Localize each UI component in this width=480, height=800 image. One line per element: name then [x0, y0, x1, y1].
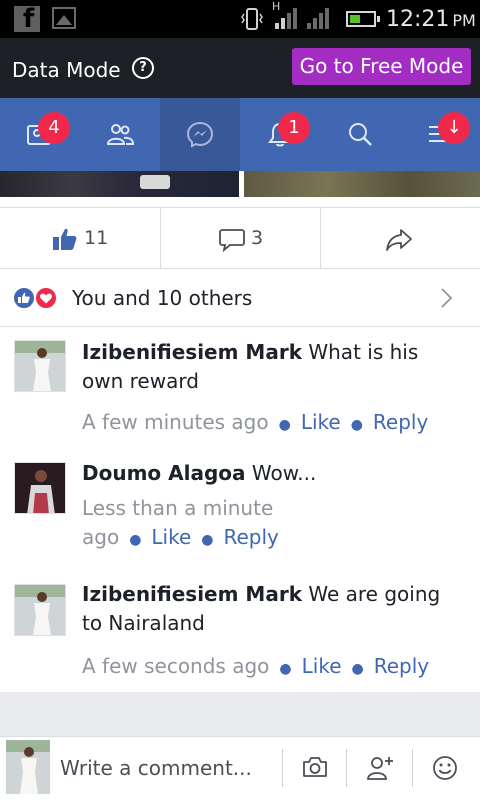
- tab-friend-requests[interactable]: 4: [0, 98, 80, 171]
- share-button[interactable]: [320, 208, 480, 269]
- go-to-free-mode-button[interactable]: Go to Free Mode: [292, 48, 471, 85]
- friends-icon: [106, 124, 134, 145]
- comment-icon: [219, 229, 245, 252]
- messenger-icon: [186, 121, 214, 148]
- comment-author[interactable]: Doumo Alagoa: [82, 461, 246, 485]
- friend-requests-badge: 4: [38, 112, 70, 144]
- tab-friends[interactable]: [80, 98, 160, 171]
- comment-meta: A few minutes ago ● Like ● Reply: [82, 410, 429, 434]
- clock: 12:21 PM: [386, 7, 476, 32]
- comment-reply-link[interactable]: Reply: [373, 410, 428, 434]
- comment-composer: Write a comment...: [0, 736, 480, 800]
- status-bar: f H 12:21 PM: [0, 0, 480, 38]
- camera-icon[interactable]: [302, 755, 328, 779]
- comment-reply-link[interactable]: Reply: [224, 525, 279, 549]
- like-count: 11: [84, 227, 109, 249]
- facebook-notification-icon: f: [14, 4, 40, 34]
- avatar: [6, 740, 50, 794]
- comment-button[interactable]: 3: [160, 208, 320, 269]
- help-icon[interactable]: ?: [132, 57, 154, 79]
- battery-icon: [346, 11, 380, 27]
- comment-timestamp: A few minutes ago: [82, 410, 269, 434]
- post-action-bar: 11 3: [0, 207, 480, 269]
- divider: [412, 749, 413, 787]
- top-navigation: 4 1 ↓: [0, 98, 480, 171]
- comment-text: Izibenifiesiem Mark We are going to Nair…: [82, 582, 441, 635]
- comment-meta: A few seconds ago ● Like ● Reply: [82, 654, 430, 678]
- post-photo-right[interactable]: [244, 171, 480, 197]
- section-divider: [0, 692, 480, 736]
- tab-messenger[interactable]: [160, 98, 240, 171]
- like-reaction-icon: [12, 286, 36, 310]
- menu-update-badge: ↓: [438, 112, 470, 144]
- divider: [282, 749, 283, 787]
- comment-text: Doumo Alagoa Wow...: [82, 461, 317, 485]
- tab-notifications[interactable]: 1: [240, 98, 320, 171]
- comment-count: 3: [251, 227, 264, 249]
- comment-input[interactable]: Write a comment...: [60, 756, 252, 780]
- like-button[interactable]: 11: [0, 208, 160, 269]
- chevron-right-icon[interactable]: [440, 287, 454, 309]
- divider: [346, 749, 347, 787]
- share-icon: [386, 229, 412, 251]
- data-mode-bar: Data Mode ? Go to Free Mode: [0, 38, 480, 98]
- notifications-badge: 1: [278, 112, 310, 144]
- vibrate-icon: [241, 8, 263, 30]
- data-mode-label: Data Mode: [12, 58, 121, 82]
- love-reaction-icon: [34, 286, 58, 310]
- tab-search[interactable]: [320, 98, 400, 171]
- comment-author[interactable]: Izibenifiesiem Mark: [82, 582, 302, 606]
- comment-text: Izibenifiesiem Mark What is his own rewa…: [82, 340, 419, 393]
- add-friend-icon[interactable]: [366, 755, 394, 781]
- comment-timestamp: A few seconds ago: [82, 654, 270, 678]
- avatar[interactable]: [14, 340, 66, 392]
- avatar[interactable]: [14, 462, 66, 514]
- comment-meta: Less than a minute ago ● Like ● Reply: [82, 496, 279, 549]
- signal-icon: [275, 8, 297, 29]
- thumbs-up-icon: [53, 228, 77, 250]
- tab-menu[interactable]: ↓: [400, 98, 480, 171]
- comment-like-link[interactable]: Like: [151, 525, 191, 549]
- post-photos[interactable]: [0, 171, 480, 197]
- comment-author[interactable]: Izibenifiesiem Mark: [82, 340, 302, 364]
- search-icon: [349, 123, 372, 146]
- comment-reply-link[interactable]: Reply: [374, 654, 429, 678]
- post-photo-left[interactable]: [0, 171, 239, 197]
- comment-like-link[interactable]: Like: [301, 410, 341, 434]
- comment-like-link[interactable]: Like: [302, 654, 342, 678]
- reactions-summary[interactable]: You and 10 others: [0, 269, 480, 327]
- emoji-icon[interactable]: [432, 755, 458, 781]
- image-notification-icon: [52, 7, 76, 29]
- signal-2-icon: [307, 8, 329, 29]
- avatar[interactable]: [14, 584, 66, 636]
- reactions-summary-text: You and 10 others: [72, 286, 253, 310]
